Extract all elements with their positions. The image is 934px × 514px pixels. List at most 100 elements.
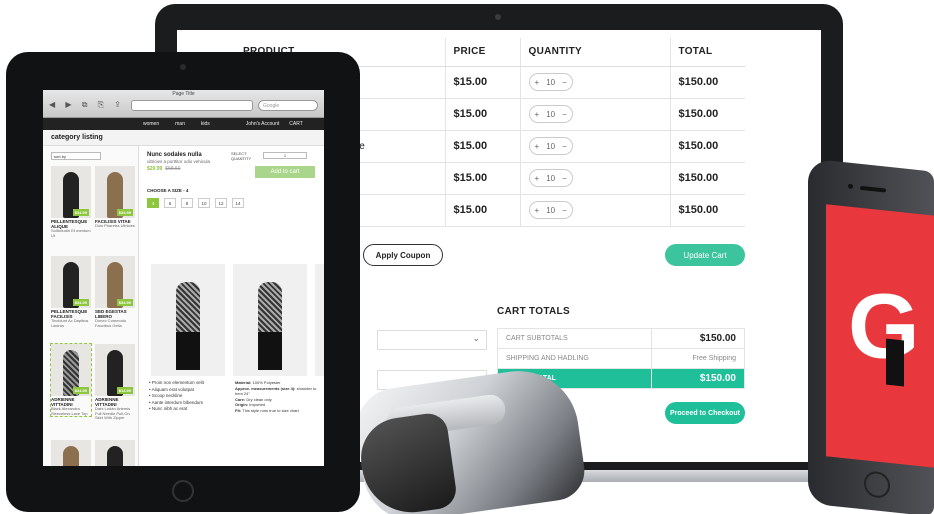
cart-price: $15.00 bbox=[444, 130, 520, 163]
nav-item-women[interactable]: women bbox=[143, 121, 159, 127]
cart-row-total: $150.00 bbox=[669, 66, 745, 99]
apply-coupon-button[interactable]: Apply Coupon bbox=[363, 244, 443, 266]
cart-row-total: $150.00 bbox=[669, 130, 745, 163]
account-link[interactable]: John's Account bbox=[246, 121, 279, 127]
quantity-stepper[interactable]: +10− bbox=[528, 105, 573, 123]
quantity-select[interactable]: 1 bbox=[263, 152, 307, 159]
product-desc: Black Alexandra Sleeveless Lace Top bbox=[51, 406, 88, 416]
shipping-select[interactable]: ⌄ bbox=[377, 330, 487, 350]
product-image[interactable]: $34.99 bbox=[51, 166, 91, 218]
quantity-stepper[interactable]: +10− bbox=[528, 169, 573, 187]
price-badge: $34.99 bbox=[116, 209, 133, 216]
size-option[interactable]: 4 bbox=[147, 198, 159, 208]
quantity-value[interactable]: 10 bbox=[546, 174, 555, 183]
quantity-stepper[interactable]: +10− bbox=[528, 201, 573, 219]
list-item[interactable]: $34.99 FACILISIS VITAE Duis Pharetra Ult… bbox=[95, 166, 135, 229]
product-detail: Nunc sodales nulla ultricies a porttitor… bbox=[147, 151, 319, 208]
table-row: CART SUBTOTALS $150.00 bbox=[497, 328, 746, 349]
shipping-value: Free Shipping bbox=[650, 348, 746, 369]
minus-icon[interactable]: − bbox=[562, 174, 567, 183]
category-title: category listing bbox=[43, 130, 324, 146]
price-badge: $14.99 bbox=[116, 387, 133, 394]
table-row: SHIPPING AND HADLING Free Shipping bbox=[497, 348, 746, 369]
product-desc: Donec Commodo Faucibus Gelia bbox=[95, 318, 127, 328]
product-desc: Sollicitudin Et mentum Ut bbox=[51, 228, 91, 238]
plus-icon[interactable]: + bbox=[535, 78, 540, 87]
select-quantity-label: SELECT QUANTITY bbox=[231, 151, 252, 161]
browser-nav-icons[interactable]: ◀ ▶ ⧉ ⎘ ⇪ bbox=[49, 100, 125, 110]
card-reader-body bbox=[355, 411, 459, 514]
site-nav: women man kids John's Account CART bbox=[43, 118, 324, 130]
nav-item-kids[interactable]: kids bbox=[201, 121, 210, 127]
phone-camera bbox=[848, 183, 853, 190]
quantity-value[interactable]: 10 bbox=[546, 206, 555, 215]
list-item[interactable]: $14.99 ADRIENNE VITTADINI Dark Lodan Art… bbox=[95, 344, 135, 421]
add-to-cart-button[interactable]: Add to cart bbox=[255, 166, 315, 178]
plus-icon[interactable]: + bbox=[535, 206, 540, 215]
plus-icon[interactable]: + bbox=[535, 142, 540, 151]
product-image[interactable] bbox=[51, 440, 91, 466]
product-image[interactable]: $34.99 bbox=[51, 344, 91, 396]
browser-search-input[interactable]: Google bbox=[258, 100, 318, 111]
quantity-stepper[interactable]: +10− bbox=[528, 73, 573, 91]
tablet-device: Page Title ◀ ▶ ⧉ ⎘ ⇪ Google women man ki… bbox=[6, 52, 360, 512]
list-item[interactable]: $34.99 PELLENTESQUE FACILISIS Tincidunt … bbox=[51, 256, 91, 328]
minus-icon[interactable]: − bbox=[562, 142, 567, 151]
current-price: $29.99 bbox=[147, 166, 163, 172]
product-image[interactable] bbox=[95, 440, 135, 466]
cart-row-total: $150.00 bbox=[669, 162, 745, 195]
size-option[interactable]: 8 bbox=[181, 198, 193, 208]
nav-item-man[interactable]: man bbox=[175, 121, 185, 127]
product-list-sidebar: sort by $34.99 PELLENTESQUE ALIQUE Solli… bbox=[43, 146, 139, 466]
feature-item: • Nunc nibh ac erat bbox=[149, 406, 188, 411]
cart-link[interactable]: CART bbox=[289, 121, 303, 127]
size-option[interactable]: 10 bbox=[198, 198, 210, 208]
minus-icon[interactable]: − bbox=[562, 78, 567, 87]
tablet-home-button[interactable] bbox=[172, 480, 194, 502]
price-badge: $34.99 bbox=[72, 299, 89, 306]
product-features: • Proin non elementum velit • Aliquam er… bbox=[149, 380, 204, 413]
brand-logo-bar bbox=[886, 338, 904, 387]
laptop-camera bbox=[495, 14, 501, 20]
update-cart-button[interactable]: Update Cart bbox=[665, 244, 745, 266]
list-item[interactable] bbox=[51, 440, 91, 466]
size-option[interactable]: 12 bbox=[215, 198, 227, 208]
phone-home-button[interactable] bbox=[864, 470, 890, 499]
product-image[interactable]: $34.99 bbox=[95, 256, 135, 308]
quantity-value[interactable]: 10 bbox=[546, 78, 555, 87]
sort-by-select[interactable]: sort by bbox=[51, 152, 101, 160]
size-selector: 4 6 8 10 12 14 bbox=[147, 198, 244, 208]
product-main-image[interactable] bbox=[151, 264, 225, 376]
size-option[interactable]: 6 bbox=[164, 198, 176, 208]
product-alt-image[interactable] bbox=[233, 264, 307, 376]
minus-icon[interactable]: − bbox=[562, 206, 567, 215]
list-item[interactable]: $34.99 PELLENTESQUE ALIQUE Sollicitudin … bbox=[51, 166, 91, 238]
quantity-stepper[interactable]: +10− bbox=[528, 137, 573, 155]
product-image[interactable]: $14.99 bbox=[95, 344, 135, 396]
quantity-value[interactable]: 10 bbox=[546, 142, 555, 151]
column-header-total: TOTAL bbox=[669, 38, 745, 67]
brand-logo: G bbox=[848, 275, 920, 378]
shipping-label: SHIPPING AND HADLING bbox=[497, 348, 652, 369]
address-bar[interactable] bbox=[131, 100, 253, 111]
price-badge: $34.99 bbox=[72, 387, 89, 394]
browser-page-title: Page Title bbox=[172, 91, 195, 97]
cart-price: $15.00 bbox=[444, 162, 520, 195]
plus-icon[interactable]: + bbox=[535, 110, 540, 119]
size-option[interactable]: 14 bbox=[232, 198, 244, 208]
list-item[interactable]: $34.99 ADRIENNE VITTADINI Black Alexandr… bbox=[50, 343, 92, 417]
plus-icon[interactable]: + bbox=[535, 174, 540, 183]
product-image[interactable]: $34.99 bbox=[95, 166, 135, 218]
product-image[interactable]: $34.99 bbox=[51, 256, 91, 308]
list-item[interactable] bbox=[95, 440, 135, 466]
quantity-value[interactable]: 10 bbox=[546, 110, 555, 119]
cart-row-total: $150.00 bbox=[669, 98, 745, 131]
minus-icon[interactable]: − bbox=[562, 110, 567, 119]
proceed-to-checkout-button[interactable]: Proceed to Checkout bbox=[665, 402, 745, 424]
subtotal-label: CART SUBTOTALS bbox=[497, 328, 652, 349]
cart-totals-title: CART TOTALS bbox=[497, 306, 570, 317]
product-alt-image[interactable] bbox=[315, 264, 324, 376]
subtotal-value: $150.00 bbox=[650, 328, 746, 349]
list-item[interactable]: $34.99 SED EGESTAS LIBERO Donec Commodo … bbox=[95, 256, 135, 328]
cart-price: $15.00 bbox=[444, 98, 520, 131]
